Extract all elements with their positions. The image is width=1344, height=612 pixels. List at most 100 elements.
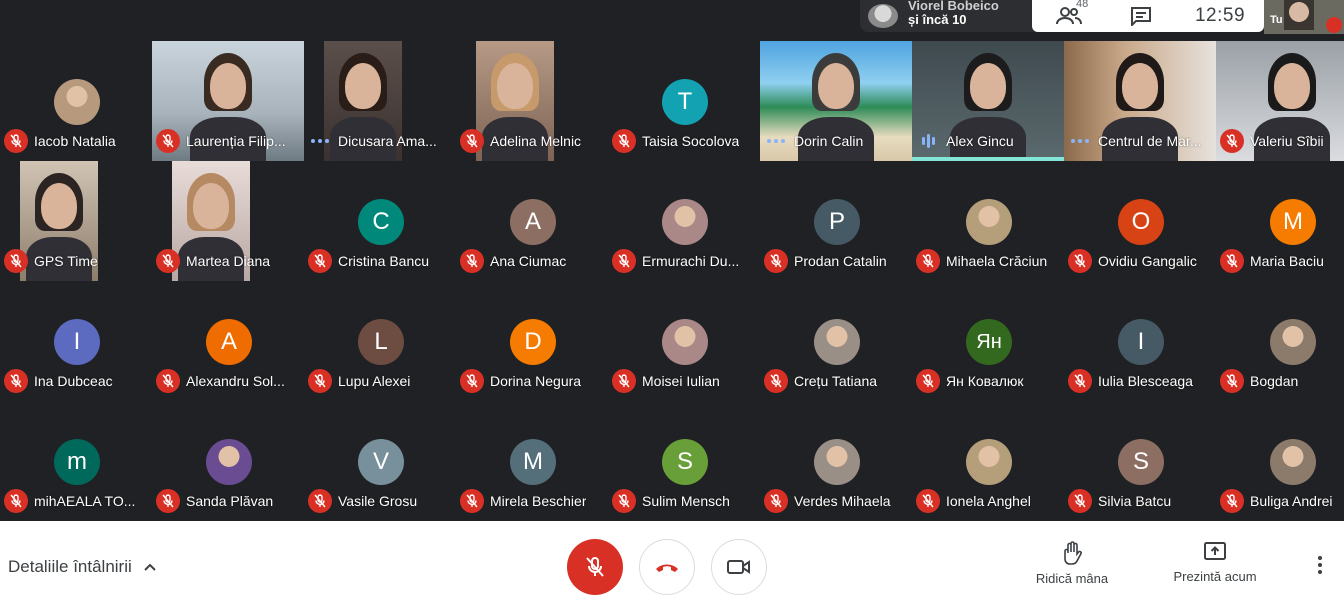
participant-name: Ana Ciumac: [490, 253, 567, 269]
participant-tile[interactable]: Bogdan: [1216, 281, 1344, 401]
participant-avatar: A: [510, 199, 556, 245]
meeting-details-button[interactable]: Detaliile întâlnirii: [8, 557, 156, 577]
participant-avatar: I: [54, 319, 100, 365]
participant-tile[interactable]: T Taisia Socolova: [608, 41, 760, 161]
participant-label: Sanda Plăvan: [152, 489, 304, 513]
participant-label: Ovidiu Gangalic: [1064, 249, 1216, 273]
participant-tile[interactable]: Iacob Natalia: [0, 41, 152, 161]
participant-avatar: [814, 439, 860, 485]
participant-tile[interactable]: Adelina Melnic: [456, 41, 608, 161]
participant-name: Martea Diana: [186, 253, 271, 269]
participant-name: Alexandru Sol...: [186, 373, 285, 389]
participant-tile[interactable]: Buliga Andrei: [1216, 401, 1344, 521]
participant-name: Adelina Melnic: [490, 133, 582, 149]
participant-name: Moisei Iulian: [642, 373, 720, 389]
participant-tile[interactable]: Moisei Iulian: [608, 281, 760, 401]
participant-tile[interactable]: A Alexandru Sol...: [152, 281, 304, 401]
participant-tile[interactable]: S Sulim Mensch: [608, 401, 760, 521]
participant-label: Laurenția Filip...: [152, 129, 304, 153]
participant-label: Ina Dubceac: [0, 369, 152, 393]
participant-tile[interactable]: GPS Time: [0, 161, 152, 281]
participant-tile[interactable]: S Silvia Batcu: [1064, 401, 1216, 521]
participant-tile[interactable]: V Vasile Grosu: [304, 401, 456, 521]
participant-name: Dicusara Ama...: [338, 133, 437, 149]
muted-mic-icon: [612, 129, 636, 153]
participant-tile[interactable]: Crețu Tatiana: [760, 281, 912, 401]
participant-avatar: S: [1118, 439, 1164, 485]
participant-avatar: V: [358, 439, 404, 485]
participant-tile[interactable]: Ionela Anghel: [912, 401, 1064, 521]
hangup-button[interactable]: [639, 539, 695, 595]
participant-tile[interactable]: Centrul de Mar...: [1064, 41, 1216, 161]
muted-mic-icon: [156, 489, 180, 513]
participant-name: Alex Gincu: [946, 133, 1014, 149]
presenter-chip[interactable]: Viorel Bobeico și încă 10: [860, 0, 1036, 32]
mic-toggle-button[interactable]: [567, 539, 623, 595]
muted-mic-icon: [1068, 369, 1092, 393]
participant-tile[interactable]: Valeriu Sîbii: [1216, 41, 1344, 161]
participant-tile[interactable]: I Ina Dubceac: [0, 281, 152, 401]
participant-tile[interactable]: Ян Ян Ковалюк: [912, 281, 1064, 401]
participant-name: Sulim Mensch: [642, 493, 730, 509]
participant-tile[interactable]: Verdes Mihaela: [760, 401, 912, 521]
participant-tile[interactable]: A Ana Ciumac: [456, 161, 608, 281]
muted-mic-icon: [156, 369, 180, 393]
participant-tile[interactable]: C Cristina Bancu: [304, 161, 456, 281]
more-dot: [1318, 556, 1322, 560]
self-label: Tu: [1270, 14, 1283, 26]
muted-mic-icon: [4, 249, 28, 273]
mic-off-icon: [586, 557, 604, 577]
audio-dots-icon: [1068, 129, 1092, 153]
participant-tile[interactable]: Sanda Plăvan: [152, 401, 304, 521]
participant-tile[interactable]: M Maria Baciu: [1216, 161, 1344, 281]
participant-avatar: M: [1270, 199, 1316, 245]
participant-avatar: O: [1118, 199, 1164, 245]
participant-label: Prodan Catalin: [760, 249, 912, 273]
participant-tile[interactable]: O Ovidiu Gangalic: [1064, 161, 1216, 281]
participant-name: Ovidiu Gangalic: [1098, 253, 1197, 269]
participant-label: Alexandru Sol...: [152, 369, 304, 393]
participant-name: Sanda Plăvan: [186, 493, 274, 509]
participant-label: Buliga Andrei: [1216, 489, 1344, 513]
people-button[interactable]: 48: [1032, 0, 1106, 32]
participant-tile[interactable]: Martea Diana: [152, 161, 304, 281]
participant-tile[interactable]: L Lupu Alexei: [304, 281, 456, 401]
self-muted-mic-icon: [1326, 17, 1342, 33]
participant-tile[interactable]: Dicusara Ama...: [304, 41, 456, 161]
muted-mic-icon: [764, 489, 788, 513]
participant-tile[interactable]: D Dorina Negura: [456, 281, 608, 401]
raise-hand-button[interactable]: Ridică mâna: [1030, 541, 1114, 586]
participant-name: Mihaela Crăciun: [946, 253, 1048, 269]
participant-tile[interactable]: Ermurachi Du...: [608, 161, 760, 281]
participant-tile[interactable]: Dorin Calin: [760, 41, 912, 161]
muted-mic-icon: [460, 369, 484, 393]
participant-tile[interactable]: P Prodan Catalin: [760, 161, 912, 281]
participant-label: Adelina Melnic: [456, 129, 608, 153]
participant-name: Maria Baciu: [1250, 253, 1324, 269]
participant-name: Ionela Anghel: [946, 493, 1031, 509]
participant-name: Crețu Tatiana: [794, 373, 878, 389]
muted-mic-icon: [764, 249, 788, 273]
participant-name: Silvia Batcu: [1098, 493, 1172, 509]
audio-dots-icon: [308, 129, 332, 153]
muted-mic-icon: [916, 369, 940, 393]
more-options-button[interactable]: [1306, 551, 1334, 579]
participant-avatar: [662, 319, 708, 365]
participant-avatar: T: [662, 79, 708, 125]
participant-tile[interactable]: I Iulia Blesceaga: [1064, 281, 1216, 401]
participant-tile[interactable]: m mihAEALA TO...: [0, 401, 152, 521]
participant-name: Cristina Bancu: [338, 253, 430, 269]
participant-tile[interactable]: M Mirela Beschier: [456, 401, 608, 521]
people-count: 48: [1076, 0, 1089, 10]
participant-tile[interactable]: Mihaela Crăciun: [912, 161, 1064, 281]
participant-tile[interactable]: Laurenția Filip...: [152, 41, 304, 161]
participant-tile[interactable]: Alex Gincu: [912, 41, 1064, 161]
participant-avatar: m: [54, 439, 100, 485]
participant-name: Centrul de Mar...: [1098, 133, 1202, 149]
participant-label: Ян Ковалюк: [912, 369, 1064, 393]
chat-button[interactable]: [1106, 0, 1176, 32]
present-now-button[interactable]: Prezintă acum: [1168, 541, 1262, 584]
participant-label: Lupu Alexei: [304, 369, 456, 393]
camera-toggle-button[interactable]: [711, 539, 767, 595]
muted-mic-icon: [460, 489, 484, 513]
